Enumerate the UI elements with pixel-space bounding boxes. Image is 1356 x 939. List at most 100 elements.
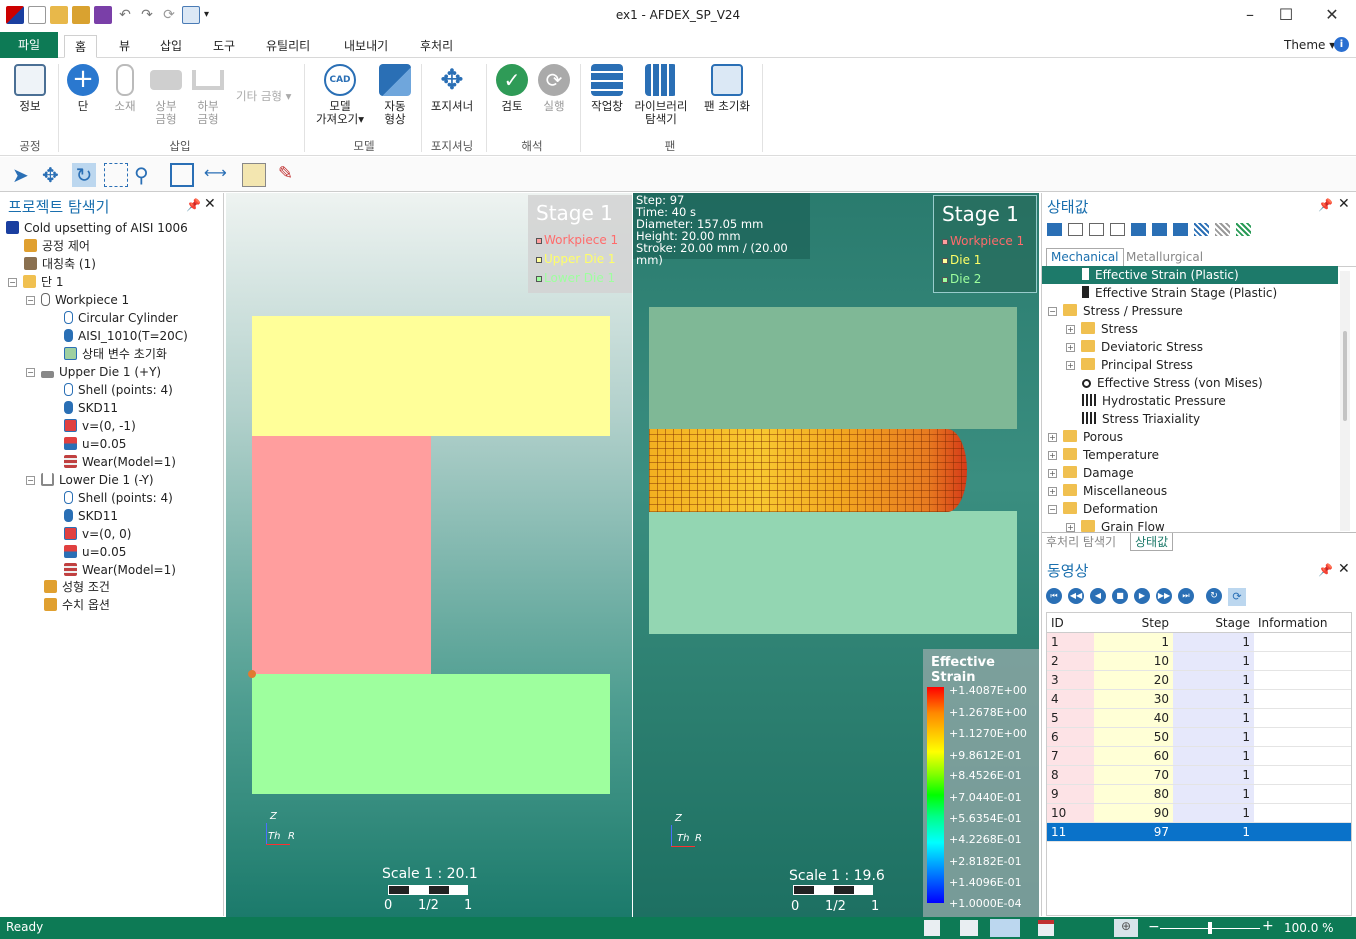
state-item-temperature[interactable]: + Temperature <box>1048 446 1159 464</box>
close-panel-icon[interactable]: ✕ <box>1338 561 1350 577</box>
table-row[interactable]: 9 80 1 <box>1047 785 1351 804</box>
dual-view-icon[interactable] <box>990 919 1020 937</box>
select-arrow-icon[interactable]: ➤ <box>12 163 36 187</box>
state-item-stress-pressure[interactable]: − Stress / Pressure <box>1048 302 1183 320</box>
tree-item-symmetry-axis[interactable]: 대칭축 (1) <box>24 256 96 272</box>
state-item-hydrostatic[interactable]: Hydrostatic Pressure <box>1082 392 1226 410</box>
tree-item-numeric-option[interactable]: 수치 옵션 <box>44 597 110 613</box>
stop-icon[interactable]: ■ <box>1112 588 1128 604</box>
close-panel-icon[interactable]: ✕ <box>1338 196 1350 212</box>
check-button[interactable]: ✓ 검토 <box>494 64 530 113</box>
table-row[interactable]: 3 20 1 <box>1047 671 1351 690</box>
tree-item-velocity[interactable]: v=(0, 0) <box>64 526 131 542</box>
state-item-effective-strain-stage[interactable]: Effective Strain Stage (Plastic) <box>1082 284 1277 302</box>
help-icon[interactable]: i <box>1334 37 1349 52</box>
tab-export[interactable]: 내보내기 <box>334 35 398 58</box>
tree-item-velocity[interactable]: v=(0, -1) <box>64 418 136 434</box>
contour-icon[interactable] <box>1068 223 1083 236</box>
state-item-stress[interactable]: + Stress <box>1066 320 1138 338</box>
table-row[interactable]: 5 40 1 <box>1047 709 1351 728</box>
workpiece-shape[interactable] <box>252 436 431 674</box>
viewport-right[interactable]: Step: 97 Time: 40 s Diameter: 157.05 mm … <box>633 193 1039 917</box>
zoom-out-button[interactable]: − <box>1148 919 1160 935</box>
table-row[interactable]: 4 30 1 <box>1047 690 1351 709</box>
pin-icon[interactable]: 📌 <box>1318 563 1333 577</box>
maximize-button[interactable]: ☐ <box>1266 4 1306 26</box>
tree-item-wear[interactable]: Wear(Model=1) <box>64 562 176 578</box>
zoom-in-button[interactable]: + <box>1262 918 1274 934</box>
tree-item-lower-die[interactable]: − Lower Die 1 (-Y) <box>26 472 154 488</box>
table-row[interactable]: 7 60 1 <box>1047 747 1351 766</box>
section-icon[interactable] <box>1089 223 1104 236</box>
tab-postprocess[interactable]: 후처리 <box>410 35 463 58</box>
table-row[interactable]: 10 90 1 <box>1047 804 1351 823</box>
tab-view[interactable]: 뷰 <box>109 35 140 58</box>
tree-item-upper-die[interactable]: − Upper Die 1 (+Y) <box>26 364 161 380</box>
tab-tools[interactable]: 도구 <box>203 35 245 58</box>
state-item-effective-strain[interactable]: Effective Strain (Plastic) <box>1042 266 1338 284</box>
material-button[interactable]: 소재 <box>108 64 142 113</box>
first-frame-icon[interactable]: ⏮ <box>1046 588 1062 604</box>
zoom-window-icon[interactable] <box>104 163 128 187</box>
positioner-button[interactable]: ✥ 포지셔너 <box>426 64 478 113</box>
state-item-grain-flow[interactable]: + Grain Flow <box>1066 518 1165 532</box>
close-panel-icon[interactable]: ✕ <box>204 196 216 212</box>
lower-die-shape[interactable] <box>252 674 610 794</box>
viewport-left[interactable]: Stage 1 Workpiece 1 Upper Die 1 Lower Di… <box>226 193 632 917</box>
pan-icon[interactable]: ✥ <box>42 163 66 187</box>
tree-item-stage[interactable]: − 단 1 <box>8 274 64 290</box>
table-row[interactable]: 2 10 1 <box>1047 652 1351 671</box>
tree-item-material[interactable]: AISI_1010(T=20C) <box>64 328 188 344</box>
state-item-miscellaneous[interactable]: + Miscellaneous <box>1048 482 1167 500</box>
zoom-icon[interactable]: ⚲ <box>134 163 158 187</box>
library-explorer-button[interactable]: 라이브러리 탐색기 <box>630 64 692 126</box>
tab-state-values[interactable]: 상태값 <box>1130 533 1174 551</box>
auto-refresh-icon[interactable]: ⟳ <box>1228 588 1246 606</box>
theme-dropdown[interactable]: Theme ▾ <box>1284 38 1335 52</box>
grid-toggle-icon[interactable]: ⊕ <box>1114 919 1138 937</box>
tree-item-shell[interactable]: Shell (points: 4) <box>64 490 173 506</box>
run-button[interactable]: ⟳ 실행 <box>536 64 572 113</box>
tab-metallurgical[interactable]: Metallurgical <box>1122 249 1207 266</box>
upper-die-shape[interactable] <box>649 307 1017 429</box>
next-frame-icon[interactable]: ▶▶ <box>1156 588 1172 604</box>
mesh-icon[interactable] <box>1194 223 1209 236</box>
tree-item-workpiece[interactable]: − Workpiece 1 <box>26 292 129 308</box>
tab-postprocess-explorer[interactable]: 후처리 탐색기 <box>1046 533 1116 550</box>
tree-item-project[interactable]: Cold upsetting of AISI 1006 <box>6 220 188 236</box>
state-item-deformation[interactable]: − Deformation <box>1048 500 1158 518</box>
tab-insert[interactable]: 삽입 <box>150 35 192 58</box>
state-item-triaxiality[interactable]: Stress Triaxiality <box>1082 410 1200 428</box>
file-tab[interactable]: 파일 <box>0 32 58 58</box>
add-stage-button[interactable]: + 단 <box>66 64 100 113</box>
state-item-porous[interactable]: + Porous <box>1048 428 1123 446</box>
rotate-icon[interactable]: ↻ <box>72 163 96 187</box>
tree-item-geometry[interactable]: Circular Cylinder <box>64 310 178 326</box>
state-tree-scrollbar[interactable] <box>1340 271 1350 531</box>
previous-frame-icon[interactable]: ◀◀ <box>1068 588 1084 604</box>
upper-die-shape[interactable] <box>252 316 610 436</box>
probe-icon[interactable] <box>1110 223 1125 236</box>
tree-item-wear[interactable]: Wear(Model=1) <box>64 454 176 470</box>
state-item-damage[interactable]: + Damage <box>1048 464 1134 482</box>
other-die-dropdown[interactable]: 기타 금형 ▾ <box>236 88 291 104</box>
fill-icon[interactable] <box>1236 223 1251 236</box>
state-item-principal-stress[interactable]: + Principal Stress <box>1066 356 1193 374</box>
measure-icon[interactable]: ⟷ <box>204 163 228 187</box>
view-front-icon[interactable] <box>1152 223 1167 236</box>
deformed-workpiece-mesh[interactable] <box>649 429 967 512</box>
loop-icon[interactable]: ↻ <box>1206 588 1222 604</box>
tab-home[interactable]: 홈 <box>64 35 98 58</box>
minimize-button[interactable]: – <box>1230 4 1270 26</box>
tree-item-friction[interactable]: u=0.05 <box>64 544 126 560</box>
play-icon[interactable]: ▶ <box>1134 588 1150 604</box>
capture-image-icon[interactable] <box>242 163 266 187</box>
tab-utility[interactable]: 유틸리티 <box>256 35 320 58</box>
tree-item-state-init[interactable]: 상태 변수 초기화 <box>64 346 167 362</box>
calendar-icon[interactable] <box>1038 920 1054 936</box>
close-button[interactable]: ✕ <box>1312 4 1352 26</box>
tree-item-process-control[interactable]: 공정 제어 <box>24 238 90 254</box>
tree-item-forming-condition[interactable]: 성형 조건 <box>44 579 110 595</box>
fit-view-icon[interactable] <box>170 163 194 187</box>
tree-item-die-material[interactable]: SKD11 <box>64 508 118 524</box>
